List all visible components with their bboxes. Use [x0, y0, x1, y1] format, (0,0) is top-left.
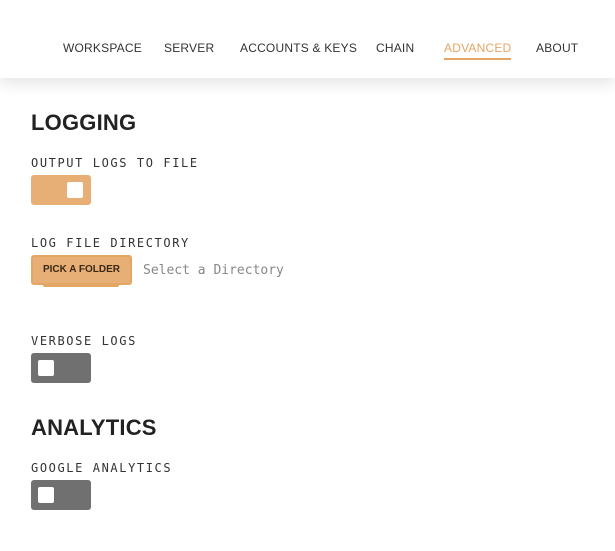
top-navigation-bar: WORKSPACE SERVER ACCOUNTS & KEYS CHAIN A… — [0, 0, 615, 78]
google-analytics-label: GOOGLE ANALYTICS — [31, 461, 173, 475]
toggle-knob — [67, 182, 83, 198]
analytics-section-title: ANALYTICS — [31, 415, 157, 440]
output-logs-label: OUTPUT LOGS TO FILE — [31, 156, 199, 170]
toggle-knob — [38, 487, 54, 503]
logging-section-title: LOGGING — [31, 110, 137, 135]
tab-about[interactable]: ABOUT — [536, 40, 578, 56]
log-directory-input[interactable]: Select a Directory — [143, 262, 363, 280]
verbose-logs-label: VERBOSE LOGS — [31, 334, 137, 348]
button-accent-underline — [43, 284, 119, 287]
google-analytics-toggle[interactable] — [31, 480, 91, 510]
verbose-logs-toggle[interactable] — [31, 353, 91, 383]
tab-advanced[interactable]: ADVANCED — [444, 40, 512, 60]
settings-tabs: WORKSPACE SERVER ACCOUNTS & KEYS CHAIN A… — [0, 40, 615, 60]
tab-workspace[interactable]: WORKSPACE — [63, 40, 142, 56]
toggle-knob — [38, 360, 54, 376]
output-logs-toggle[interactable] — [31, 175, 91, 205]
pick-folder-button[interactable]: PICK A FOLDER — [31, 255, 132, 285]
log-directory-label: LOG FILE DIRECTORY — [31, 236, 190, 250]
tab-chain[interactable]: CHAIN — [376, 40, 414, 56]
tab-accounts-and-keys[interactable]: ACCOUNTS & KEYS — [240, 40, 357, 56]
tab-server[interactable]: SERVER — [164, 40, 214, 56]
